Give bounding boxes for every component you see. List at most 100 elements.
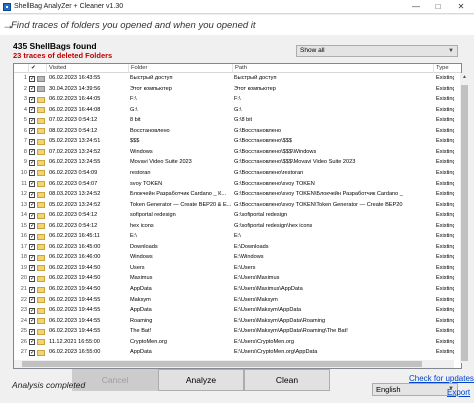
row-folder: $$$ (130, 138, 140, 145)
row-index: 15 (20, 222, 27, 229)
row-checkbox[interactable] (29, 117, 35, 124)
row-visited: 08.02.2023 0:54:12 (49, 127, 98, 134)
row-index: 3 (23, 96, 27, 103)
table-row[interactable]: 4 06.02.2023 16:44:08 G:\ G:\ Existing Fo (14, 105, 454, 115)
minimize-button[interactable]: — (406, 0, 426, 14)
table-row[interactable]: 5 07.02.2023 0:54:12 8 bit G:\8 bit Existing… (14, 116, 454, 126)
row-index: 19 (20, 264, 27, 271)
table-row[interactable]: 26 11.12.2021 16:55:00 CryptoMen.org E:\Use… (14, 337, 454, 347)
column-header-check[interactable]: ✔ (29, 64, 47, 73)
row-folder: AppData (130, 286, 152, 292)
row-index: 25 (20, 328, 27, 335)
check-for-updates-link[interactable]: Check for updates (409, 374, 474, 383)
table-row[interactable]: 25 06.02.2023 19:44:55 The Bat! E:\Users\Ma… (14, 327, 454, 337)
table-row[interactable]: 17 06.02.2023 16:45:00 Downloads E:\Downloa… (14, 242, 454, 252)
table-row[interactable]: 18 06.02.2023 16:46:00 Windows E:\Windows Ex… (14, 253, 454, 263)
row-path: E:\Users\CryptoMen.org\AppData (234, 349, 318, 356)
analyze-button[interactable]: Analyze (158, 369, 244, 391)
folder-icon (37, 138, 45, 145)
table-row[interactable]: 10 06.02.2023 0:54:09 restoran G:\Восстанов… (14, 168, 454, 179)
table-header: ✔ Visited Folder Path Type (14, 64, 461, 73)
filter-dropdown[interactable]: Show all ▼ (296, 45, 458, 57)
maximize-button[interactable]: □ (428, 0, 448, 14)
table-row[interactable]: 6 08.02.2023 0:54:12 Восстановлено G:\Восст… (14, 126, 454, 136)
row-checkbox[interactable] (29, 212, 35, 219)
table-row[interactable]: 24 06.02.2023 19:44:55 Roaming E:\Users\Mak… (14, 316, 454, 326)
column-header-index[interactable] (14, 64, 29, 73)
vertical-scrollbar[interactable]: ▲ (460, 73, 469, 363)
row-visited: 06.02.2023 13:24:55 (49, 159, 101, 166)
column-header-visited[interactable]: Visited (47, 64, 129, 73)
table-row[interactable]: 23 06.02.2023 19:44:55 AppData E:\Users\Mak… (14, 306, 454, 316)
row-checkbox[interactable] (29, 128, 35, 135)
row-checkbox[interactable] (29, 191, 35, 198)
row-checkbox[interactable] (29, 181, 35, 187)
column-header-folder[interactable]: Folder (129, 64, 233, 73)
row-type: Existing Fo (436, 85, 454, 92)
row-path: G:\Восстановлено\svoy TOKEN\Блокчейн Раз… (234, 191, 403, 198)
table-row[interactable]: 27 06.02.2023 16:55:00 AppData E:\Users\Cry… (14, 348, 454, 358)
row-checkbox[interactable] (29, 202, 35, 209)
folder-icon (37, 191, 45, 198)
row-checkbox[interactable] (29, 318, 35, 325)
folder-icon (37, 244, 45, 251)
vertical-scroll-thumb[interactable] (461, 85, 468, 361)
table-row[interactable]: 13 05.02.2023 13:24:52 Token Generator — C… (14, 200, 454, 210)
filter-selected-value: Show all (300, 47, 325, 54)
row-checkbox[interactable] (29, 233, 35, 240)
row-checkbox[interactable] (29, 254, 35, 261)
column-header-type[interactable]: Type (434, 64, 461, 73)
row-checkbox[interactable] (29, 149, 35, 156)
row-checkbox[interactable] (29, 265, 35, 272)
table-row[interactable]: 2 30.04.2023 14:39:56 Этот компьютер Этот к… (14, 84, 454, 94)
row-checkbox[interactable] (29, 297, 35, 304)
row-checkbox[interactable] (29, 75, 35, 82)
horizontal-scroll-thumb[interactable] (22, 361, 422, 367)
close-button[interactable]: ✕ (451, 0, 471, 14)
row-folder: CryptoMen.org (130, 338, 167, 345)
clean-button[interactable]: Clean (244, 369, 330, 391)
row-checkbox[interactable] (29, 223, 35, 230)
column-header-path[interactable]: Path (233, 64, 434, 73)
row-checkbox[interactable] (29, 138, 35, 145)
folder-icon (37, 275, 45, 282)
table-row[interactable]: 3 06.02.2023 16:44:05 F:\ F:\ Existing Fo (14, 95, 454, 105)
table-row[interactable]: 7 05.02.2023 13:24:51 $$$ G:\Восстановлено\… (14, 137, 454, 147)
row-index: 7 (23, 138, 27, 145)
row-checkbox[interactable] (29, 349, 35, 356)
table-row[interactable]: 11 06.02.2023 0:54:07 svoy TOKEN G:\Восстан… (14, 179, 454, 189)
row-checkbox[interactable] (29, 86, 35, 93)
row-checkbox[interactable] (29, 328, 35, 335)
row-checkbox[interactable] (29, 96, 35, 103)
row-visited: 05.02.2023 13:24:51 (49, 138, 101, 145)
language-dropdown[interactable]: English ▼ (372, 383, 458, 396)
row-checkbox[interactable] (29, 339, 35, 346)
table-row[interactable]: 9 06.02.2023 13:24:55 Movavi Video Suite 2… (14, 158, 454, 168)
row-folder: AppData (130, 307, 152, 314)
table-row[interactable]: 20 06.02.2023 19:44:50 Maximus E:\Users\Max… (14, 274, 454, 284)
row-checkbox[interactable] (29, 286, 35, 293)
row-index: 5 (23, 117, 27, 124)
table-row[interactable]: 19 06.02.2023 19:44:50 Users E:\Users Existi… (14, 263, 454, 274)
row-checkbox[interactable] (29, 275, 35, 282)
table-row[interactable]: 21 06.02.2023 19:44:50 AppData E:\Users\Max… (14, 285, 454, 295)
row-checkbox[interactable] (29, 159, 35, 166)
row-index: 27 (20, 349, 27, 356)
table-row[interactable]: 14 06.02.2023 0:54:12 sofiportal redesign G… (14, 211, 454, 221)
row-checkbox[interactable] (29, 244, 35, 251)
export-link[interactable]: Export (447, 388, 470, 397)
scroll-up-icon[interactable]: ▲ (460, 73, 469, 82)
table-row[interactable]: 12 08.03.2023 13:24:52 Блокчейн Разработчи… (14, 190, 454, 200)
horizontal-scrollbar[interactable] (14, 360, 454, 368)
title-bar: ShellBag AnalyZer + Cleaner v1.30 — □ ✕ (0, 0, 474, 14)
table-row[interactable]: 16 06.02.2023 16:45:11 E:\ E:\ Existing Fo (14, 232, 454, 242)
row-folder: Этот компьютер (130, 85, 172, 92)
row-checkbox[interactable] (29, 170, 35, 177)
table-row[interactable]: 1 06.02.2023 16:43:55 Быстрый доступ Быстры… (14, 74, 454, 84)
table-row[interactable]: 8 07.02.2023 13:24:52 Windows G:\Восстановл… (14, 147, 454, 158)
row-path: Этот компьютер (234, 85, 276, 92)
table-row[interactable]: 22 06.02.2023 19:44:55 Maksym E:\Users\Maks… (14, 295, 454, 305)
table-row[interactable]: 15 06.02.2023 0:54:12 hex icons G:\sofiport… (14, 221, 454, 231)
row-checkbox[interactable] (29, 307, 35, 314)
row-checkbox[interactable] (29, 107, 35, 114)
